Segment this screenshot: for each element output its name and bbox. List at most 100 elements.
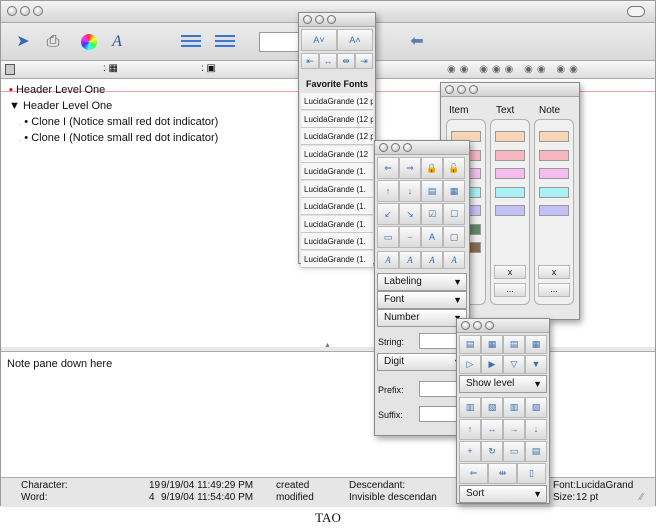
level-tool-icon[interactable]: ▥ [459, 397, 481, 418]
align-right-icon[interactable]: ⇥ [355, 53, 373, 69]
numbering-tool-icon[interactable]: ▦ [443, 180, 465, 202]
font-list-item[interactable]: LucidaGrande (12 pt [301, 110, 373, 128]
level-tool-icon[interactable]: + [459, 441, 481, 462]
level-tool-icon[interactable]: ▶ [481, 355, 503, 374]
text-color-swatch[interactable] [495, 186, 525, 198]
level-tool-icon[interactable]: ▤ [459, 335, 481, 354]
zoom-window-icon[interactable] [33, 6, 43, 16]
print-icon[interactable]: ⎙ [41, 31, 65, 53]
zoom-window-icon[interactable] [327, 15, 336, 24]
italic-style-button[interactable]: A [399, 251, 421, 269]
note-color-swatch[interactable] [539, 186, 569, 198]
zoom-icon[interactable]: ⬅ [405, 31, 429, 53]
number-dropdown[interactable]: Number▼ [377, 309, 467, 327]
italic-style-button[interactable]: A [377, 251, 399, 269]
level-tool-icon[interactable]: ▽ [503, 355, 525, 374]
increase-font-icon[interactable]: A˄ [337, 29, 373, 51]
outline-row[interactable]: . • Clone I (Notice small red dot indica… [19, 115, 218, 129]
level-tool-icon[interactable]: ▼ [525, 355, 547, 374]
toolbar-toggle-button[interactable] [627, 6, 645, 17]
split-handle-icon[interactable]: ▲ [324, 342, 331, 349]
outline-row[interactable]: ▪ Header Level One [9, 83, 105, 97]
level-tool-icon[interactable]: ▤ [503, 335, 525, 354]
numbering-tool-icon[interactable]: ☑ [421, 203, 443, 225]
text-color-swatch[interactable] [495, 149, 525, 161]
level-tool-icon[interactable]: ↑ [459, 419, 481, 440]
align-justify-icon[interactable]: ⇹ [337, 53, 355, 69]
indent-icon[interactable] [179, 31, 203, 53]
text-color-swatch[interactable] [495, 205, 525, 216]
text-color-swatch[interactable] [495, 131, 525, 142]
outdent-icon[interactable] [213, 31, 237, 53]
numbering-tool-icon[interactable]: ▤ [421, 180, 443, 202]
disclosure-icon[interactable]: ▼ [9, 100, 20, 112]
font-list-item[interactable]: LucidaGrande (12 pt [301, 93, 373, 110]
level-tool-icon[interactable]: ▦ [481, 335, 503, 354]
level-tool-icon[interactable]: ▥ [503, 397, 525, 418]
minimize-icon[interactable] [391, 143, 400, 152]
numbering-tool-icon[interactable]: ↓ [399, 180, 421, 202]
numbering-tool-icon[interactable]: 🔓 [443, 157, 465, 179]
note-pane[interactable]: Note pane down here [1, 351, 655, 477]
italic-style-button[interactable]: A [443, 251, 465, 269]
column-divider-icon[interactable]: : ▣ [201, 63, 216, 74]
font-dropdown[interactable]: Font ▼ [377, 291, 467, 309]
text-color-swatch[interactable] [495, 168, 525, 179]
more-text-colors-button[interactable]: ... [494, 283, 526, 297]
level-tool-icon[interactable]: ↓ [525, 419, 547, 440]
font-list-item[interactable]: LucidaGrande (1. [301, 250, 373, 268]
font-list-item[interactable]: LucidaGrande (12 [301, 145, 373, 163]
sort-dropdown[interactable]: Sort ▼ [459, 485, 547, 503]
digit-dropdown[interactable]: Digit▼ [377, 353, 467, 371]
level-tool-icon[interactable]: ▯ [517, 463, 546, 484]
close-icon[interactable] [303, 15, 312, 24]
labeling-dropdown[interactable]: Labeling ▼ [377, 273, 467, 291]
align-left-icon[interactable]: ⇤ [301, 53, 319, 69]
decrease-font-icon[interactable]: A˅ [301, 29, 337, 51]
font-list-item[interactable]: LucidaGrande (1. [301, 198, 373, 215]
note-color-swatch[interactable] [539, 149, 569, 161]
color-wheel-icon[interactable] [77, 31, 101, 53]
clear-text-color-button[interactable]: x [494, 265, 526, 279]
minimize-icon[interactable] [457, 85, 466, 94]
zoom-window-icon[interactable] [403, 143, 412, 152]
level-tool-icon[interactable]: ▧ [481, 397, 503, 418]
level-tool-icon[interactable]: ↔ [481, 419, 503, 440]
pointer-icon[interactable]: ➤ [11, 31, 35, 53]
numbering-tool-icon[interactable]: ▭ [377, 226, 399, 248]
numbering-tool-icon[interactable]: ↑ [377, 180, 399, 202]
minimize-icon[interactable] [473, 321, 482, 330]
column-divider-icon[interactable]: : ▦ [103, 63, 118, 74]
numbering-tool-icon[interactable]: 🔒 [421, 157, 443, 179]
outline-row[interactable]: ▼ Header Level One [9, 99, 112, 113]
level-tool-icon[interactable]: ▦ [525, 335, 547, 354]
numbering-tool-icon[interactable]: ▢ [443, 226, 465, 248]
level-tool-icon[interactable]: ▷ [459, 355, 481, 374]
level-tool-icon[interactable]: ↻ [481, 441, 503, 462]
italic-style-button[interactable]: A [421, 251, 443, 269]
numbering-tool-icon[interactable]: ⇒ [399, 157, 421, 179]
more-note-colors-button[interactable]: ... [538, 283, 570, 297]
close-icon[interactable] [445, 85, 454, 94]
minimize-icon[interactable] [315, 15, 324, 24]
view-buttons[interactable]: ◉◉ ◉◉◉ ◉◉ ◉◉ [447, 64, 655, 77]
numbering-tool-icon[interactable]: A [421, 226, 443, 248]
level-tool-icon[interactable]: ▤ [525, 441, 547, 462]
resize-grip-icon[interactable]: ⁄⁄ [640, 492, 643, 503]
close-icon[interactable] [379, 143, 388, 152]
font-list-item[interactable]: LucidaGrande (1. [301, 233, 373, 250]
numbering-tool-icon[interactable]: ↙ [377, 203, 399, 225]
level-tool-icon[interactable]: ▭ [503, 441, 525, 462]
search-field[interactable] [259, 32, 301, 52]
numbering-tool-icon[interactable]: ☐ [443, 203, 465, 225]
clear-note-color-button[interactable]: x [538, 265, 570, 279]
minimize-icon[interactable] [20, 6, 30, 16]
show-level-dropdown[interactable]: Show level ▼ [459, 375, 547, 393]
close-icon[interactable] [7, 6, 17, 16]
column-icon[interactable] [5, 64, 15, 75]
level-tool-icon[interactable]: ▧ [525, 397, 547, 418]
font-list-item[interactable]: LucidaGrande (12 pt [301, 128, 373, 145]
note-color-swatch[interactable] [539, 168, 569, 179]
note-color-swatch[interactable] [539, 205, 569, 216]
zoom-window-icon[interactable] [485, 321, 494, 330]
